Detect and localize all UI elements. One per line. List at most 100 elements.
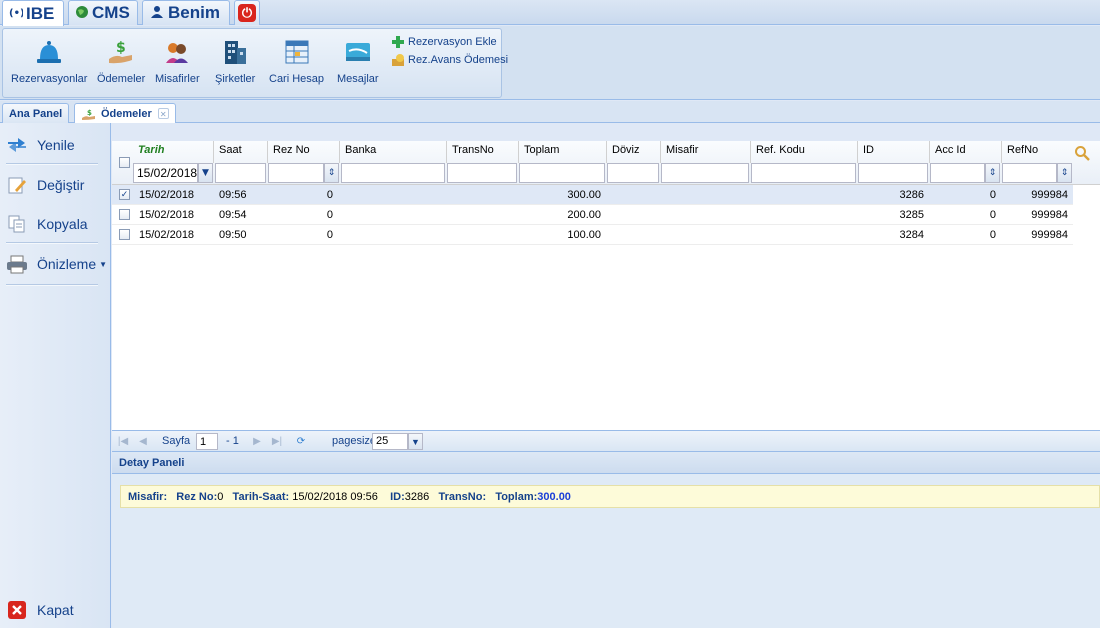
toplam-filter-input[interactable] (519, 163, 605, 183)
tab-main-panel[interactable]: Ana Panel (2, 103, 70, 123)
cell-id: 3285 (899, 209, 924, 221)
first-page-button[interactable]: |◀ (116, 434, 130, 448)
page-number-input[interactable] (196, 433, 218, 450)
detail-misafir-label: Misafir: (128, 491, 168, 503)
column-header-refno[interactable]: RefNo (1001, 141, 1073, 163)
add-reservation-label: Rezervasyon Ekle (408, 36, 497, 48)
column-header-ref-kodu[interactable]: Ref. Kodu (750, 141, 857, 163)
detail-id-label: ID: (390, 491, 405, 503)
guests-label: Misafirler (155, 73, 200, 85)
cell-toplam: 200.00 (567, 209, 601, 221)
cell-refno: 999984 (1031, 229, 1068, 241)
cell-acc-id: 0 (989, 209, 996, 221)
column-header-rez-no[interactable]: Rez No (267, 141, 339, 163)
payments-button[interactable]: $ Ödemeler (97, 37, 145, 85)
current-account-button[interactable]: Cari Hesap (269, 37, 324, 85)
rez-no-filter-input[interactable] (268, 163, 324, 183)
column-header-acc-id[interactable]: Acc Id (929, 141, 1001, 163)
refno-filter-stepper[interactable]: ⇕ (1057, 163, 1072, 183)
next-page-button[interactable]: ▶ (250, 434, 264, 448)
advance-payment-button[interactable]: Rez.Avans Ödemesi (391, 53, 508, 67)
column-header-tarih[interactable]: Tarih (133, 141, 213, 163)
column-header-transno[interactable]: TransNo (446, 141, 518, 163)
tab-main-panel-label: Ana Panel (9, 107, 63, 120)
reservations-button[interactable]: Rezervasyonlar (11, 37, 87, 85)
tab-ibe[interactable]: (•) IBE (2, 0, 64, 26)
banka-filter-input[interactable] (341, 163, 445, 183)
copy-icon (6, 214, 28, 234)
acc-id-filter-input[interactable] (930, 163, 985, 183)
tab-payments[interactable]: $ Ödemeler ✕ (74, 103, 176, 123)
edit-button[interactable]: Değiştir (6, 175, 84, 195)
detail-trans-label: TransNo: (438, 491, 487, 503)
cell-saat: 09:50 (219, 229, 247, 241)
detail-panel: Detay Paneli Misafir: Rez No:0 Tarih-Saa… (112, 452, 1100, 628)
column-header-id[interactable]: ID (857, 141, 929, 163)
detail-toplam-label: Toplam: (495, 491, 538, 503)
edit-label: Değiştir (37, 177, 85, 193)
table-row[interactable]: ✓ 15/02/2018 09:56 0 300.00 3286 0 99998… (112, 185, 1073, 205)
payments-grid: Tarih Saat Rez No Banka TransNo Toplam D… (112, 123, 1100, 430)
column-header-toplam[interactable]: Toplam (518, 141, 606, 163)
table-row[interactable]: 15/02/2018 09:54 0 200.00 3285 0 999984 (112, 205, 1073, 225)
doviz-filter-input[interactable] (607, 163, 659, 183)
select-all-checkbox[interactable] (119, 157, 130, 168)
payments-label: Ödemeler (97, 73, 146, 85)
id-filter-input[interactable] (858, 163, 928, 183)
date-filter-dropdown[interactable]: ▼ (198, 163, 213, 183)
misafir-filter-input[interactable] (661, 163, 749, 183)
close-label: Kapat (37, 602, 74, 618)
cell-tarih: 15/02/2018 (139, 189, 195, 201)
preview-button[interactable]: Önizleme ▼ (6, 254, 107, 274)
cell-saat: 09:54 (219, 209, 247, 221)
pagesize-dropdown[interactable]: ▼ (408, 433, 423, 450)
reservations-label: Rezervasyonlar (11, 73, 88, 85)
power-button[interactable]: ⏻ (234, 0, 260, 25)
close-icon[interactable]: ✕ (157, 108, 169, 119)
coins-icon (391, 53, 405, 67)
payment-hand-icon: $ (81, 108, 97, 120)
messages-button[interactable]: Mesajlar (337, 37, 379, 85)
ref-kodu-filter-input[interactable] (751, 163, 856, 183)
guests-button[interactable]: Misafirler (155, 37, 200, 85)
refresh-icon[interactable]: ⟳ (294, 434, 308, 448)
companies-button[interactable]: Şirketler (215, 37, 255, 85)
refresh-button[interactable]: Yenile (6, 135, 75, 155)
tab-benim[interactable]: Benim (142, 0, 230, 25)
transno-filter-input[interactable] (447, 163, 517, 183)
search-icon[interactable] (1074, 145, 1090, 161)
detail-panel-title: Detay Paneli (112, 452, 1100, 474)
refresh-label: Yenile (37, 137, 75, 153)
prev-page-button[interactable]: ◀ (136, 434, 150, 448)
users-icon (149, 5, 165, 22)
messages-label: Mesajlar (337, 73, 379, 85)
row-checkbox[interactable] (119, 229, 130, 240)
pagesize-label: pagesize (332, 435, 377, 447)
rez-no-filter-stepper[interactable]: ⇕ (324, 163, 339, 183)
column-header-banka[interactable]: Banka (339, 141, 446, 163)
refno-filter-input[interactable] (1002, 163, 1057, 183)
date-filter-input[interactable]: 15/02/2018 (133, 163, 198, 183)
tab-cms[interactable]: CMS (68, 0, 138, 25)
dropdown-arrow-icon: ▼ (99, 259, 108, 269)
pagesize-select[interactable]: 25 (372, 433, 408, 450)
ribbon: Rezervasyonlar $ Ödemeler Misafirler Şir… (0, 26, 1100, 100)
column-header-misafir[interactable]: Misafir (660, 141, 750, 163)
table-row[interactable]: 15/02/2018 09:50 0 100.00 3284 0 999984 (112, 225, 1073, 245)
copy-button[interactable]: Kopyala (6, 214, 88, 234)
grid-top-strip (112, 123, 1100, 141)
row-checkbox[interactable]: ✓ (119, 189, 130, 200)
page-label: Sayfa (162, 435, 191, 447)
cell-id: 3284 (899, 229, 924, 241)
row-checkbox[interactable] (119, 209, 130, 220)
grid-header: Tarih Saat Rez No Banka TransNo Toplam D… (112, 141, 1100, 185)
add-reservation-button[interactable]: Rezervasyon Ekle (391, 35, 497, 49)
ribbon-group: Rezervasyonlar $ Ödemeler Misafirler Şir… (2, 28, 508, 98)
last-page-button[interactable]: ▶| (270, 434, 284, 448)
column-header-doviz[interactable]: Döviz (606, 141, 660, 163)
top-tab-bar: (•) IBE CMS Benim ⏻ (0, 0, 1100, 26)
close-button[interactable]: Kapat (6, 600, 74, 620)
saat-filter-input[interactable] (215, 163, 266, 183)
acc-id-filter-stepper[interactable]: ⇕ (985, 163, 1000, 183)
column-header-saat[interactable]: Saat (213, 141, 267, 163)
